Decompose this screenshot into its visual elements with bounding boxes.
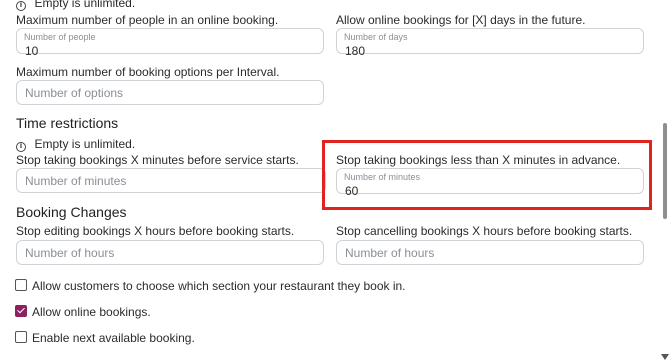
max-people-field[interactable]: Number of people 10 bbox=[16, 28, 324, 58]
stop-editing-input[interactable]: Number of hours bbox=[16, 240, 324, 265]
scrollbar-thumb[interactable] bbox=[663, 123, 667, 219]
stop-editing-label: Stop editing bookings X hours before boo… bbox=[16, 224, 295, 238]
allow-online-bookings-label: Allow online bookings. bbox=[32, 305, 151, 319]
next-available-label: Enable next available booking. bbox=[32, 331, 195, 345]
allow-online-bookings-checkbox[interactable] bbox=[15, 305, 27, 317]
max-people-value: 10 bbox=[25, 44, 39, 58]
highlight-box bbox=[322, 140, 652, 210]
info-icon: i bbox=[16, 141, 26, 152]
choose-section-label: Allow customers to choose which section … bbox=[32, 279, 406, 293]
days-future-field[interactable]: Number of days 180 bbox=[336, 28, 644, 58]
max-people-field-label: Number of people bbox=[24, 32, 96, 42]
stop-before-start-placeholder: Number of minutes bbox=[25, 173, 127, 188]
info-icon: i bbox=[16, 0, 26, 11]
days-future-value: 180 bbox=[345, 44, 366, 58]
time-restrictions-note: i Empty is unlimited. bbox=[16, 135, 135, 153]
next-available-checkbox[interactable] bbox=[15, 331, 27, 343]
max-people-label: Maximum number of people in an online bo… bbox=[16, 13, 279, 27]
time-restrictions-heading: Time restrictions bbox=[16, 115, 119, 131]
days-future-field-label: Number of days bbox=[344, 32, 408, 42]
stop-cancelling-placeholder: Number of hours bbox=[345, 245, 435, 260]
stop-before-start-label: Stop taking bookings X minutes before se… bbox=[16, 153, 299, 167]
days-future-label: Allow online bookings for [X] days in th… bbox=[336, 13, 586, 27]
booking-changes-heading: Booking Changes bbox=[16, 204, 127, 220]
max-options-label: Maximum number of booking options per In… bbox=[16, 65, 280, 79]
stop-before-start-input[interactable]: Number of minutes bbox=[16, 168, 326, 193]
stop-cancelling-input[interactable]: Number of hours bbox=[336, 240, 644, 265]
choose-section-checkbox[interactable] bbox=[15, 279, 27, 291]
max-options-input[interactable]: Number of options bbox=[16, 80, 324, 105]
max-options-placeholder: Number of options bbox=[25, 85, 124, 100]
scroll-down-arrow-icon[interactable] bbox=[661, 354, 669, 360]
top-unlimited-note: i Empty is unlimited. bbox=[16, 0, 135, 12]
stop-cancelling-label: Stop cancelling bookings X hours before … bbox=[336, 224, 633, 238]
stop-editing-placeholder: Number of hours bbox=[25, 245, 115, 260]
